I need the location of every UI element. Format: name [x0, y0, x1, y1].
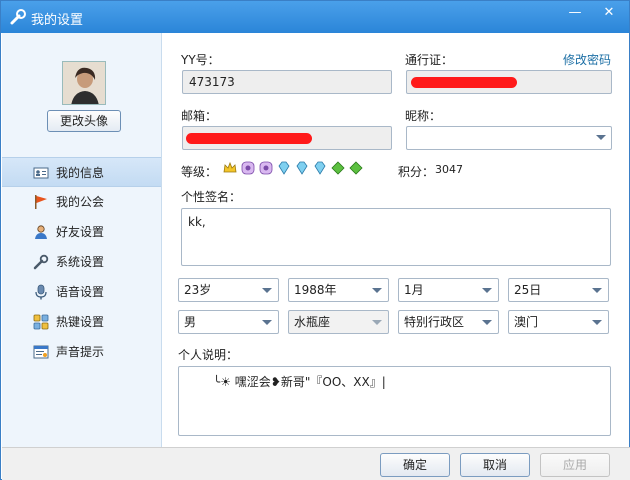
crown-icon: [223, 161, 237, 173]
moon-badge-icon: [241, 161, 255, 175]
select-value: 澳门: [514, 315, 539, 329]
sidebar-item-hotkeys[interactable]: 热键设置: [2, 307, 161, 337]
city-select[interactable]: 澳门: [508, 310, 609, 334]
cancel-button[interactable]: 取消: [460, 453, 530, 477]
sidebar-item-friends[interactable]: 好友设置: [2, 217, 161, 247]
flag-icon: [35, 195, 47, 209]
chevron-down-icon: [482, 288, 492, 293]
passport-field: [406, 70, 612, 94]
birth-month-select[interactable]: 1月: [398, 278, 499, 302]
select-value: 水瓶座: [294, 315, 331, 329]
sidebar-item-sound[interactable]: 声音提示: [2, 337, 161, 367]
sidebar-nav: 我的信息 我的公会 好友设置 系统设置 语音设置 热键设置 声音提示: [2, 157, 161, 367]
chevron-down-icon: [482, 320, 492, 325]
level-label: 等级：: [181, 165, 218, 179]
sidebar-item-label: 我的信息: [56, 166, 105, 180]
moon-badge-icon: [259, 161, 273, 175]
sidebar-item-my-info[interactable]: 我的信息: [2, 157, 161, 187]
select-value: 25日: [514, 283, 542, 297]
gender-select[interactable]: 男: [178, 310, 279, 334]
nickname-input[interactable]: [406, 126, 612, 150]
select-value: 23岁: [184, 283, 212, 297]
redaction-mark: [411, 77, 517, 88]
sidebar: 更改头像 我的信息 我的公会 好友设置 系统设置 语音设置 热键设置 声音提示: [2, 33, 162, 447]
chevron-down-icon: [262, 320, 272, 325]
microphone-icon: [35, 284, 47, 300]
chevron-down-icon: [372, 320, 382, 325]
avatar: [62, 61, 106, 105]
hotkey-icon: [33, 314, 49, 330]
window-title: 我的设置: [31, 13, 84, 28]
select-value: 特别行政区: [404, 315, 465, 329]
chevron-down-icon: [592, 288, 602, 293]
change-password-link[interactable]: 修改密码: [563, 51, 611, 68]
sidebar-item-voice[interactable]: 语音设置: [2, 277, 161, 307]
settings-window: 我的设置 — ✕ 更改头像 我的信息 我的公会 好友设置 系统设置 语音设置 热…: [0, 0, 630, 480]
chevron-down-icon: [262, 288, 272, 293]
minimize-button[interactable]: —: [563, 3, 587, 23]
dialog-footer: 确定 取消 应用: [2, 447, 630, 480]
sidebar-item-label: 声音提示: [56, 345, 105, 359]
redaction-mark: [186, 133, 312, 144]
profile-panel: YY号： 通行证： 修改密码 473173 邮箱： 昵称： 等级： 积分： 30…: [163, 33, 629, 447]
friend-icon: [35, 225, 47, 239]
apply-button: 应用: [540, 453, 610, 477]
sound-icon: [33, 345, 49, 359]
sidebar-item-label: 热键设置: [56, 315, 105, 329]
sidebar-item-label: 系统设置: [56, 255, 105, 269]
leaf-icon: [349, 161, 363, 175]
sidebar-item-label: 语音设置: [56, 285, 105, 299]
birth-year-select[interactable]: 1988年: [288, 278, 389, 302]
select-value: 男: [184, 315, 197, 329]
points-label: 积分：: [398, 165, 435, 179]
signature-input[interactable]: kk,: [181, 208, 611, 266]
signature-label: 个性签名：: [181, 190, 242, 204]
select-value: 1988年: [294, 283, 337, 297]
sidebar-item-system[interactable]: 系统设置: [2, 247, 161, 277]
zodiac-select: 水瓶座: [288, 310, 389, 334]
leaf-icon: [331, 161, 345, 175]
sidebar-item-label: 好友设置: [56, 225, 105, 239]
chevron-down-icon: [596, 135, 606, 140]
diamond-icon: [278, 161, 290, 175]
yy-number-field: 473173: [182, 70, 392, 94]
change-avatar-button[interactable]: 更改头像: [47, 110, 121, 132]
chevron-down-icon: [592, 320, 602, 325]
close-button[interactable]: ✕: [597, 3, 621, 23]
sidebar-item-label: 我的公会: [56, 195, 105, 209]
nickname-label: 昵称：: [405, 109, 442, 123]
age-select[interactable]: 23岁: [178, 278, 279, 302]
passport-label: 通行证：: [405, 53, 454, 67]
email-field: [182, 126, 392, 150]
diamond-icon: [314, 161, 326, 175]
select-value: 1月: [404, 283, 424, 297]
points-value: 3047: [435, 163, 463, 176]
wrench-icon: [10, 9, 26, 25]
wrench-icon: [33, 254, 49, 270]
about-input[interactable]: ╰☀ 嘿涩会❥新哥"『ОО、ХХ』|: [178, 366, 611, 436]
about-label: 个人说明：: [178, 348, 239, 362]
ok-button[interactable]: 确定: [380, 453, 450, 477]
yy-label: YY号：: [181, 53, 220, 67]
email-label: 邮箱：: [181, 109, 218, 123]
title-bar: 我的设置 — ✕: [1, 1, 629, 33]
region-select[interactable]: 特别行政区: [398, 310, 499, 334]
chevron-down-icon: [372, 288, 382, 293]
sidebar-item-my-guild[interactable]: 我的公会: [2, 187, 161, 217]
id-card-icon: [33, 167, 49, 179]
birth-day-select[interactable]: 25日: [508, 278, 609, 302]
diamond-icon: [296, 161, 308, 175]
